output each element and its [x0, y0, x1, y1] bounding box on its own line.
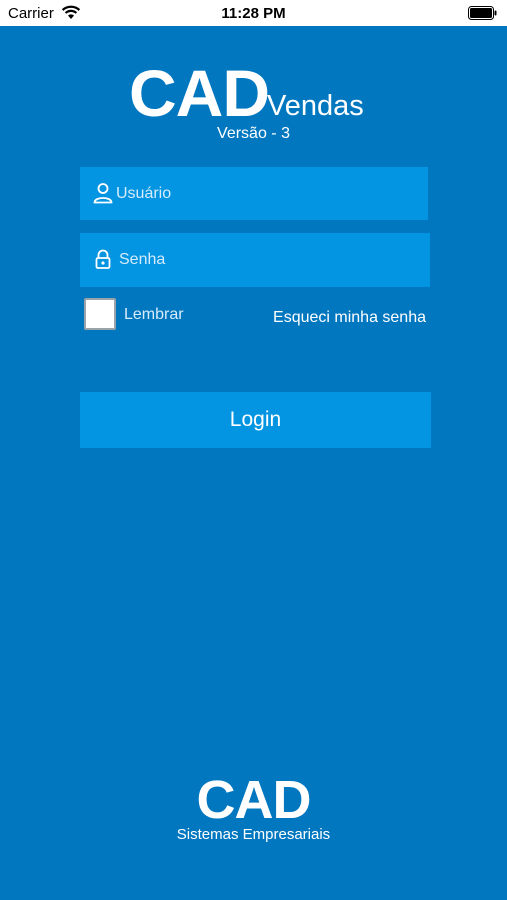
- remember-label: Lembrar: [124, 306, 184, 323]
- login-button[interactable]: Login: [80, 392, 431, 448]
- username-field[interactable]: [80, 167, 428, 220]
- company-name: CAD: [196, 770, 312, 830]
- battery-icon: [468, 6, 497, 20]
- company-logo: CAD Sistemas Empresariais: [0, 770, 507, 850]
- remember-checkbox[interactable]: [84, 298, 116, 330]
- username-input[interactable]: [116, 167, 416, 220]
- logo-product: Vendas: [267, 90, 364, 122]
- status-bar: Carrier 11:28 PM: [0, 0, 507, 26]
- forgot-password-link[interactable]: Esqueci minha senha: [273, 309, 426, 327]
- logo-brand: CAD: [129, 56, 270, 130]
- app-logo: CAD Vendas Versão - 3: [0, 58, 507, 148]
- version-label: Versão - 3: [217, 125, 290, 142]
- status-time: 11:28 PM: [221, 5, 286, 22]
- lock-icon: [95, 249, 111, 269]
- company-tagline: Sistemas Empresariais: [176, 826, 331, 843]
- password-input[interactable]: [119, 233, 419, 287]
- password-field[interactable]: [80, 233, 430, 287]
- user-icon: [93, 183, 113, 204]
